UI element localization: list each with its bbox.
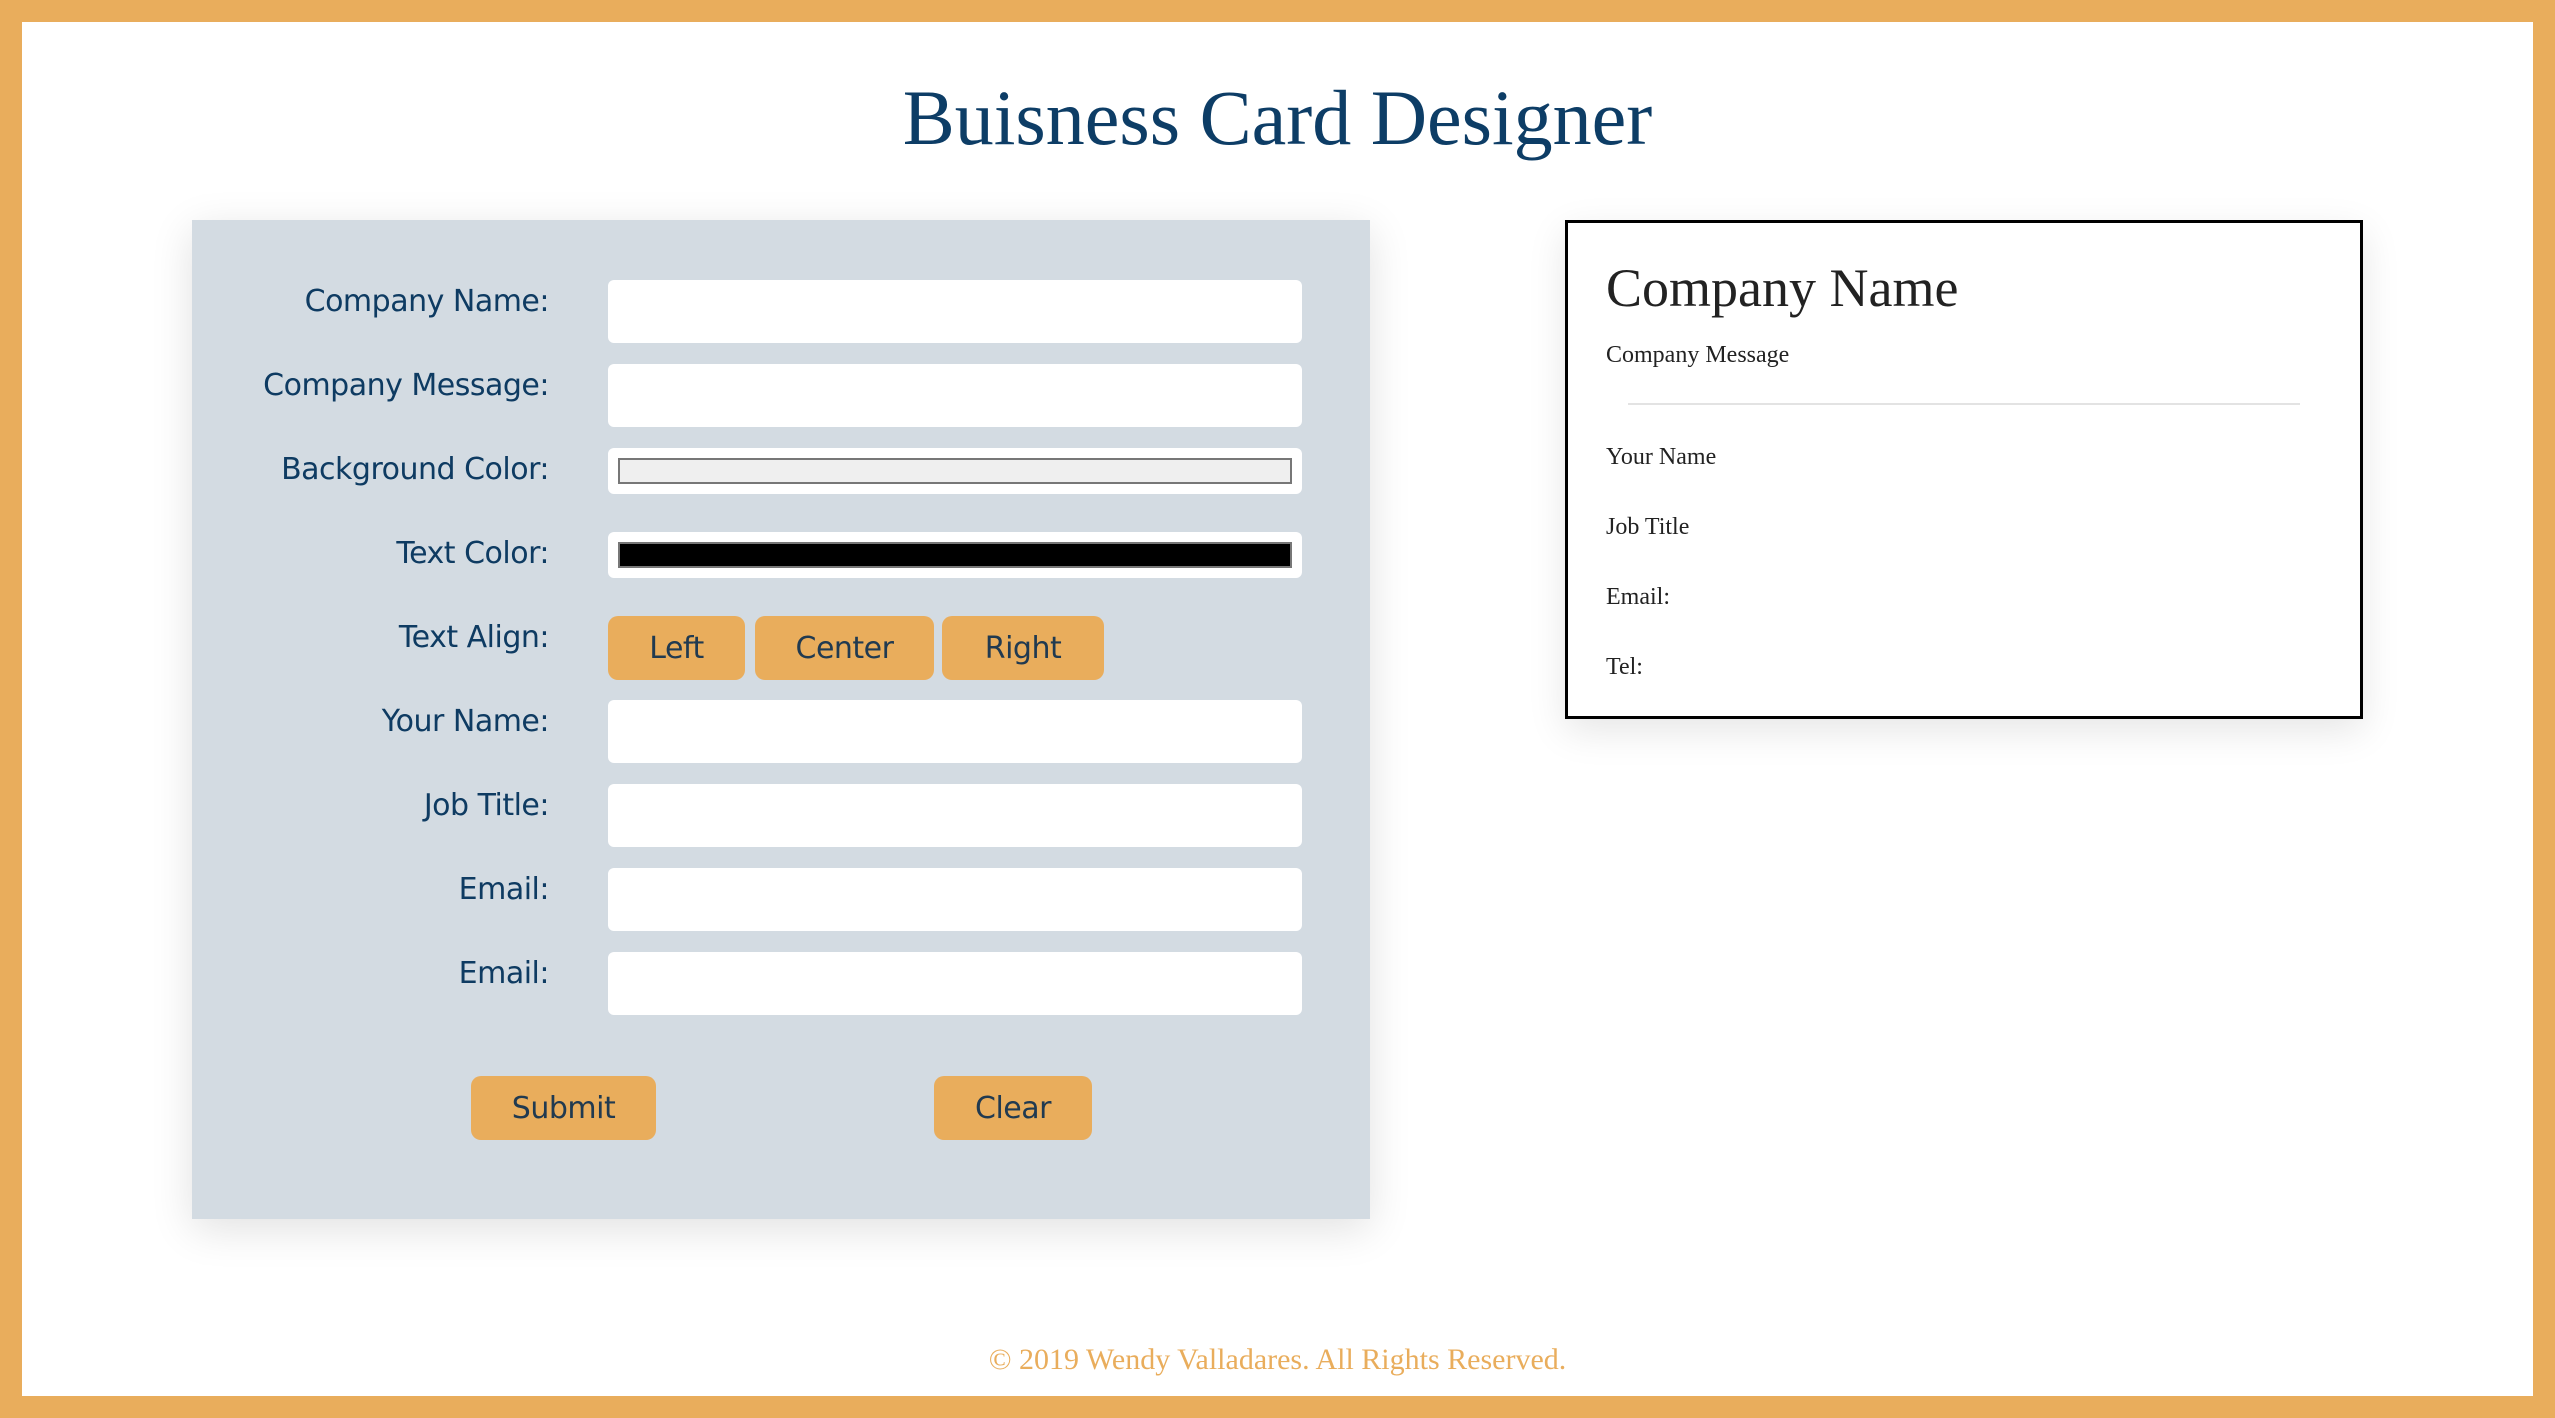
- card-company-name: Company Name: [1606, 258, 1959, 318]
- form-actions: Submit Clear: [192, 1076, 1370, 1140]
- job-title-label: Job Title:: [423, 788, 550, 823]
- background-color-picker[interactable]: [608, 448, 1302, 494]
- text-color-label: Text Color:: [396, 536, 549, 571]
- card-divider: [1628, 403, 2300, 405]
- text-color-row: Text Color:: [192, 532, 1370, 595]
- page: Buisness Card Designer Company Name: Com…: [22, 22, 2533, 1396]
- text-color-picker[interactable]: [608, 532, 1302, 578]
- email-label-2: Email:: [458, 956, 550, 991]
- background-color-row: Background Color:: [192, 448, 1370, 511]
- company-name-row: Company Name:: [192, 280, 1370, 343]
- footer-copyright: © 2019 Wendy Valladares. All Rights Rese…: [988, 1343, 1567, 1376]
- text-color-swatch: [618, 542, 1292, 568]
- company-message-label: Company Message:: [263, 368, 549, 403]
- email-input-2[interactable]: [608, 952, 1302, 1015]
- email-label: Email:: [458, 872, 550, 907]
- company-name-input[interactable]: [608, 280, 1302, 343]
- business-card-preview: Company Name Company Message Your Name J…: [1565, 220, 2363, 719]
- company-message-input[interactable]: [608, 364, 1302, 427]
- card-company-message: Company Message: [1606, 342, 1790, 368]
- job-title-row: Job Title:: [192, 784, 1370, 847]
- align-right-button[interactable]: Right: [942, 616, 1104, 680]
- card-email: Email:: [1606, 584, 1670, 610]
- background-color-swatch: [618, 458, 1292, 484]
- align-center-button[interactable]: Center: [755, 616, 934, 680]
- align-left-button[interactable]: Left: [608, 616, 745, 680]
- your-name-label: Your Name:: [381, 704, 550, 739]
- card-tel: Tel:: [1606, 654, 1643, 680]
- email-row: Email:: [192, 868, 1370, 931]
- email-row-2: Email:: [192, 952, 1370, 1015]
- background-color-label: Background Color:: [281, 452, 549, 487]
- text-align-row: Text Align: Left Center Right: [192, 616, 1370, 680]
- clear-button[interactable]: Clear: [934, 1076, 1092, 1140]
- page-title: Buisness Card Designer: [902, 74, 1653, 161]
- submit-button[interactable]: Submit: [471, 1076, 656, 1140]
- card-job-title: Job Title: [1606, 514, 1690, 540]
- your-name-input[interactable]: [608, 700, 1302, 763]
- text-align-label: Text Align:: [398, 620, 550, 655]
- email-input[interactable]: [608, 868, 1302, 931]
- your-name-row: Your Name:: [192, 700, 1370, 763]
- card-your-name: Your Name: [1606, 444, 1717, 470]
- job-title-input[interactable]: [608, 784, 1302, 847]
- company-name-label: Company Name:: [304, 284, 550, 319]
- card-designer-form: Company Name: Company Message: Backgroun…: [192, 220, 1370, 1219]
- company-message-row: Company Message:: [192, 364, 1370, 427]
